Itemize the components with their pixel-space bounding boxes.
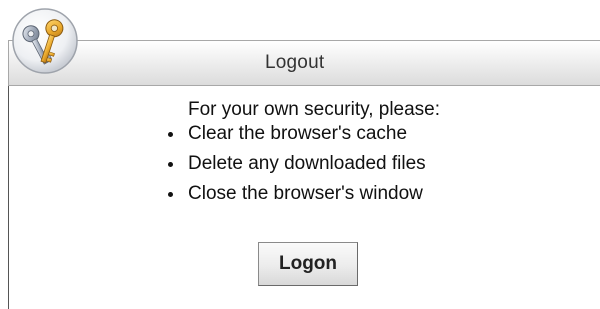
page-title: Logout — [265, 52, 325, 73]
logon-button[interactable]: Logon — [258, 242, 358, 286]
bullet-icon — [168, 162, 173, 167]
step-close-window: Close the browser's window — [188, 183, 423, 204]
bullet-icon — [168, 132, 173, 137]
step-delete-downloads: Delete any downloaded files — [188, 153, 426, 174]
list-item: Close the browser's window — [164, 183, 426, 213]
security-message: For your own security, please: — [188, 99, 441, 120]
list-item: Clear the browser's cache — [164, 123, 426, 153]
panel-left-border — [8, 86, 9, 309]
bullet-icon — [168, 192, 173, 197]
step-clear-cache: Clear the browser's cache — [188, 123, 408, 144]
security-steps-list: Clear the browser's cache Delete any dow… — [164, 123, 426, 213]
logout-panel: Logout For your own security, please: Cl… — [0, 0, 600, 309]
list-item: Delete any downloaded files — [164, 153, 426, 183]
keys-icon — [10, 6, 80, 76]
